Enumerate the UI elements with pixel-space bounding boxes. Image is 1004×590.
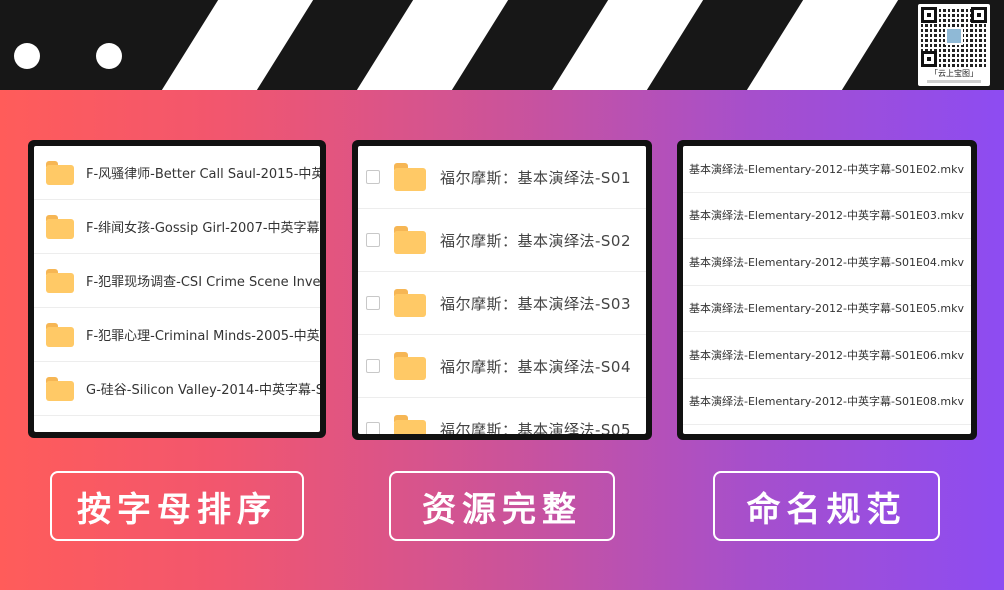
row-checkbox[interactable] [366, 233, 380, 247]
folder-icon [46, 160, 74, 185]
folder-icon [394, 226, 426, 254]
clapperboard-header: 「云上宝图」 [0, 0, 1004, 90]
list-item[interactable]: F-犯罪现场调查-CSI Crime Scene Investigation [34, 254, 320, 308]
folder-icon [46, 268, 74, 293]
folder-list-seasons: 福尔摩斯：基本演绎法-S01 福尔摩斯：基本演绎法-S02 福尔摩斯：基本演绎法… [358, 146, 646, 434]
row-checkbox[interactable] [366, 359, 380, 373]
list-item[interactable]: 福尔摩斯：基本演绎法-S02 [358, 209, 646, 272]
list-item[interactable]: 福尔摩斯：基本演绎法-S04 [358, 335, 646, 398]
qr-logo-icon [945, 27, 963, 45]
list-item[interactable]: 基本演绎法-Elementary-2012-中英字幕-S01E04.mkv [683, 239, 971, 286]
list-item[interactable]: F-犯罪心理-Criminal Minds-2005-中英字幕-S [34, 308, 320, 362]
complete-resources-label: 资源完整 [389, 471, 615, 541]
panel-naming: 基本演绎法-Elementary-2012-中英字幕-S01E02.mkv 基本… [677, 140, 977, 440]
folder-list-alphabetical: F-风骚律师-Better Call Saul-2015-中英字幕-S F-绯闻… [34, 146, 320, 432]
folder-icon [394, 289, 426, 317]
folder-icon [394, 163, 426, 191]
list-item[interactable]: 福尔摩斯：基本演绎法-S01 [358, 146, 646, 209]
row-checkbox[interactable] [366, 422, 380, 434]
file-name: 基本演绎法-Elementary-2012-中英字幕-S01E05.mkv [689, 302, 965, 316]
header-stripe [350, 0, 515, 90]
folder-name: F-绯闻女孩-Gossip Girl-2007-中英字幕-S [86, 221, 320, 236]
list-item[interactable]: 基本演绎法-Elementary-2012-中英字幕-S01E08.mkv [683, 379, 971, 425]
file-name: 基本演绎法-Elementary-2012-中英字幕-S01E04.mkv [689, 255, 965, 269]
row-checkbox[interactable] [366, 296, 380, 310]
list-item[interactable]: 基本演绎法-Elementary-2012-中英字幕-S01E05.mkv [683, 286, 971, 332]
header-stripe [155, 0, 320, 90]
folder-name: 福尔摩斯：基本演绎法-S02 [440, 231, 632, 250]
file-name: 基本演绎法-Elementary-2012-中英字幕-S01E08.mkv [689, 395, 965, 409]
folder-name: F-犯罪心理-Criminal Minds-2005-中英字幕-S [86, 329, 320, 344]
header-stripe [545, 0, 710, 90]
folder-icon [46, 214, 74, 239]
folder-name: F-犯罪现场调查-CSI Crime Scene Investigation [86, 275, 320, 290]
panel-complete: 福尔摩斯：基本演绎法-S01 福尔摩斯：基本演绎法-S02 福尔摩斯：基本演绎法… [352, 140, 652, 440]
folder-name: 福尔摩斯：基本演绎法-S04 [440, 357, 632, 376]
folder-icon [46, 376, 74, 401]
row-checkbox[interactable] [366, 170, 380, 184]
header-stripe [740, 0, 905, 90]
list-item[interactable]: G-硅谷-Silicon Valley-2014-中英字幕-S0 [34, 362, 320, 416]
file-name: 基本演绎法-Elementary-2012-中英字幕-S01E02.mkv [689, 162, 965, 176]
panel-alphabetical: F-风骚律师-Better Call Saul-2015-中英字幕-S F-绯闻… [28, 140, 326, 438]
list-item[interactable]: 基本演绎法-Elementary-2012-中英字幕-S01E06.mkv [683, 332, 971, 379]
alphabetical-sort-label: 按字母排序 [50, 471, 304, 541]
list-item[interactable]: 福尔摩斯：基本演绎法-S05 [358, 398, 646, 434]
list-item[interactable]: 基本演绎法-Elementary-2012-中英字幕-S01E02.mkv [683, 146, 971, 193]
folder-name: 福尔摩斯：基本演绎法-S03 [440, 294, 632, 313]
header-dot [14, 43, 40, 69]
folder-icon [394, 352, 426, 380]
folder-name: 福尔摩斯：基本演绎法-S01 [440, 168, 632, 187]
list-item[interactable]: 福尔摩斯：基本演绎法-S03 [358, 272, 646, 335]
file-name: 基本演绎法-Elementary-2012-中英字幕-S01E03.mkv [689, 209, 965, 223]
qr-sublabel [927, 80, 981, 83]
qr-code: 「云上宝图」 [918, 4, 990, 86]
list-item[interactable]: F-绯闻女孩-Gossip Girl-2007-中英字幕-S [34, 200, 320, 254]
folder-icon [394, 415, 426, 434]
qr-label: 「云上宝图」 [930, 69, 978, 78]
folder-icon [46, 322, 74, 347]
header-dot [96, 43, 122, 69]
folder-name: 福尔摩斯：基本演绎法-S05 [440, 420, 632, 435]
naming-convention-label: 命名规范 [713, 471, 940, 541]
folder-name: G-硅谷-Silicon Valley-2014-中英字幕-S0 [86, 383, 320, 398]
qr-code-pattern [921, 7, 987, 67]
list-item[interactable]: F-风骚律师-Better Call Saul-2015-中英字幕-S [34, 146, 320, 200]
file-list-episodes: 基本演绎法-Elementary-2012-中英字幕-S01E02.mkv 基本… [683, 146, 971, 434]
file-name: 基本演绎法-Elementary-2012-中英字幕-S01E06.mkv [689, 348, 965, 362]
folder-name: F-风骚律师-Better Call Saul-2015-中英字幕-S [86, 167, 320, 182]
list-item[interactable]: 基本演绎法-Elementary-2012-中英字幕-S01E03.mkv [683, 193, 971, 239]
